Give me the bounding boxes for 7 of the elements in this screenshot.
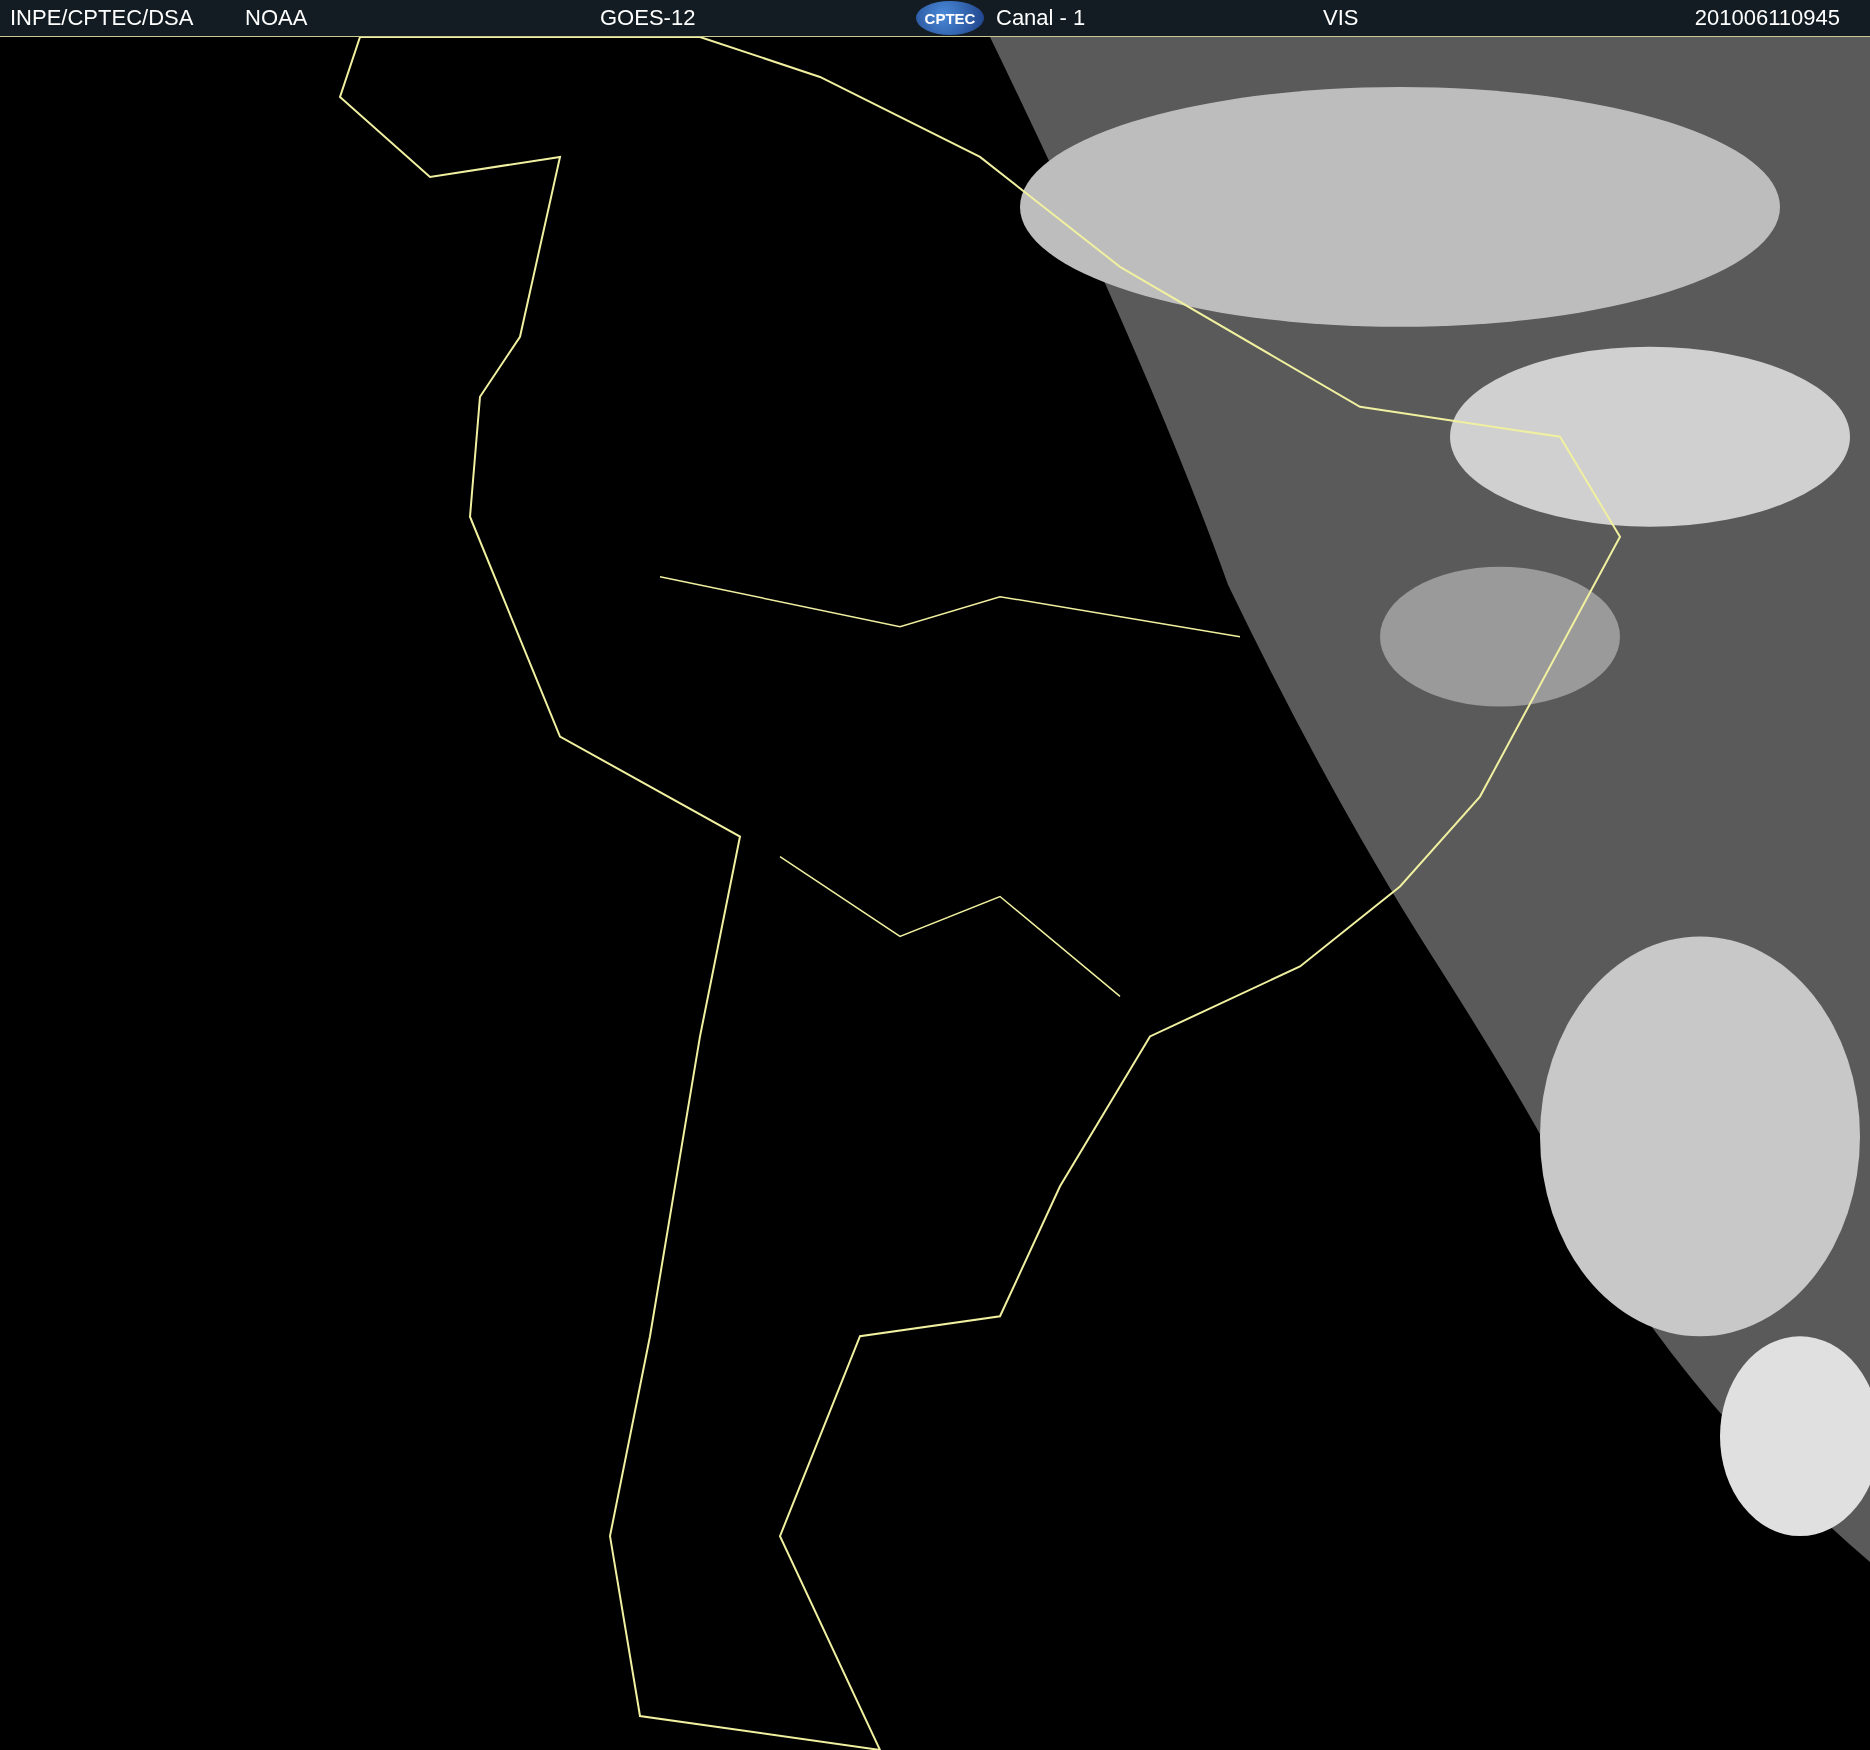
- header-label: INPE/CPTEC/DSA: [10, 5, 195, 31]
- header-label: Canal - 1: [996, 5, 1087, 31]
- header-label: NOAA: [245, 5, 309, 31]
- header-label: 201006110945: [1694, 5, 1840, 31]
- logo: CPTEC: [916, 1, 984, 35]
- header-label: GOES-12: [600, 5, 697, 31]
- header-label: VIS: [1323, 5, 1360, 31]
